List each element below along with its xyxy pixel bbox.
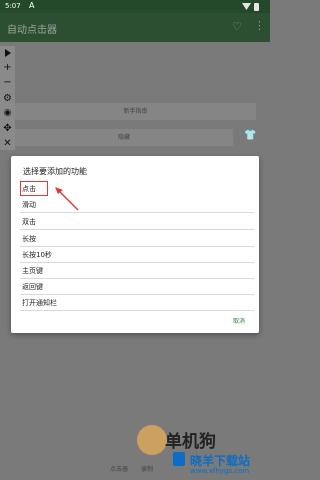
bottom-label-clicker: 点击器: [110, 466, 129, 473]
floating-toolbar: + − ⚙ ◉ ✥ ✕: [0, 46, 15, 150]
plus-icon[interactable]: +: [0, 61, 15, 74]
option-long-press[interactable]: 长按: [20, 232, 254, 247]
app-title: 自动点击器: [7, 25, 57, 36]
watermark-logo-icon: [173, 452, 185, 466]
cancel-button[interactable]: 取消: [233, 316, 245, 325]
option-swipe[interactable]: 滑动: [20, 198, 254, 213]
guide-button[interactable]: 新手指南: [15, 103, 256, 120]
eye-off-icon[interactable]: ◉: [0, 107, 15, 120]
option-home-key[interactable]: 主页键: [20, 264, 254, 279]
function-select-dialog: 选择要添加的功能 点击 滑动 双击 长按 长按10秒 主页键 返回键 打开通知栏…: [11, 156, 259, 333]
heart-icon[interactable]: ♡: [232, 20, 242, 33]
play-icon[interactable]: [0, 46, 15, 59]
wifi-icon: [242, 3, 251, 10]
more-vert-icon[interactable]: ⋮: [254, 19, 265, 32]
bottom-label-record: 录制: [141, 466, 154, 473]
app-bar: 自动点击器 ♡ ⋮: [0, 13, 270, 42]
option-back-key[interactable]: 返回键: [20, 280, 254, 295]
watermark-text-1: 单机狗: [165, 432, 216, 452]
option-long-press-10s[interactable]: 长按10秒: [20, 248, 254, 263]
hide-button[interactable]: 隐藏: [15, 129, 233, 146]
watermark-text-3: www.xfhygs.com: [190, 467, 250, 475]
watermark-dog-logo: [137, 425, 167, 455]
notification-icon: A: [29, 1, 35, 10]
gear-icon[interactable]: ⚙: [0, 92, 15, 105]
option-double-click[interactable]: 双击: [20, 215, 254, 230]
minus-icon[interactable]: −: [0, 76, 15, 89]
option-click[interactable]: 点击: [20, 181, 48, 196]
battery-icon: [254, 3, 259, 11]
option-open-notifications[interactable]: 打开通知栏: [20, 296, 254, 311]
shirt-icon[interactable]: 👕: [244, 130, 256, 141]
move-icon[interactable]: ✥: [0, 122, 15, 135]
status-bar: 5:07 A: [0, 0, 270, 13]
status-time: 5:07: [5, 2, 21, 10]
dialog-title: 选择要添加的功能: [23, 167, 87, 176]
close-icon[interactable]: ✕: [0, 137, 15, 150]
